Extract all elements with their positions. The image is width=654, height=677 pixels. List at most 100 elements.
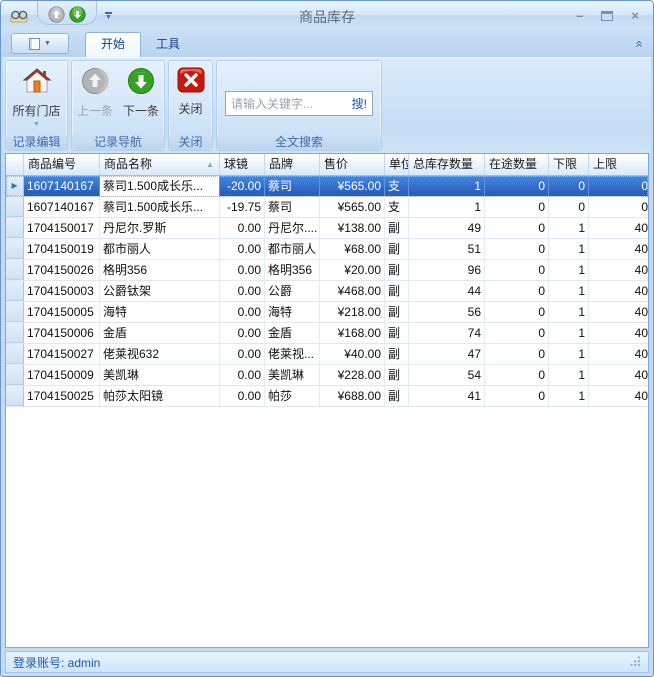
table-cell[interactable]: 54 [409,365,485,385]
table-cell[interactable]: 支 [385,176,409,196]
table-cell[interactable]: ¥688.00 [320,386,385,406]
table-cell[interactable]: 支 [385,197,409,217]
table-cell[interactable]: 美凯琳 [265,365,320,385]
table-cell[interactable]: ¥68.00 [320,239,385,259]
table-cell[interactable]: 0 [549,176,589,196]
table-cell[interactable]: 0.00 [220,239,265,259]
table-cell[interactable]: 0 [485,197,549,217]
table-cell[interactable]: 1704150027 [24,344,100,364]
app-menu-button[interactable]: ▼ [11,33,69,54]
table-cell[interactable]: 金盾 [265,323,320,343]
table-cell[interactable]: 0 [549,197,589,217]
column-header-5[interactable]: 售价 [320,154,385,175]
resize-grip[interactable] [629,655,641,670]
table-cell[interactable]: 1704150025 [24,386,100,406]
table-cell[interactable]: 丹尼尔.... [265,218,320,238]
table-cell[interactable]: 74 [409,323,485,343]
search-go-button[interactable]: 搜! [352,95,367,112]
column-header-3[interactable]: 球镜 [220,154,265,175]
column-header-6[interactable]: 单位 [385,154,409,175]
table-cell[interactable]: 1 [549,239,589,259]
table-cell[interactable]: 0 [485,260,549,280]
tab-tools[interactable]: 工具 [141,33,195,57]
table-cell[interactable]: 47 [409,344,485,364]
table-cell[interactable]: 1 [549,260,589,280]
table-cell[interactable]: ¥20.00 [320,260,385,280]
row-indicator-cell[interactable] [6,365,24,385]
table-cell[interactable]: 0.00 [220,344,265,364]
table-cell[interactable]: 0.00 [220,365,265,385]
table-cell[interactable]: 1 [409,176,485,196]
next-record-button[interactable]: 下一条 [118,63,164,119]
table-cell[interactable]: 44 [409,281,485,301]
table-cell[interactable]: 副 [385,239,409,259]
table-cell[interactable]: 40 [589,386,649,406]
column-header-10[interactable]: 上限 [589,154,649,175]
table-cell[interactable]: 0.00 [220,302,265,322]
table-cell[interactable]: 蔡司 [265,197,320,217]
table-cell[interactable]: -20.00 [220,176,265,196]
table-cell[interactable]: 公爵 [265,281,320,301]
row-indicator-cell[interactable] [6,344,24,364]
table-cell[interactable]: 海特 [100,302,220,322]
table-cell[interactable]: 0 [485,344,549,364]
table-cell[interactable]: ¥40.00 [320,344,385,364]
table-cell[interactable]: 40 [589,218,649,238]
table-cell[interactable]: 副 [385,344,409,364]
table-cell[interactable]: 格明356 [100,260,220,280]
table-cell[interactable]: 1 [549,365,589,385]
table-cell[interactable]: 格明356 [265,260,320,280]
table-cell[interactable]: ¥228.00 [320,365,385,385]
current-row-arrow-icon[interactable]: ▸ [6,176,24,196]
table-cell[interactable]: 1 [549,302,589,322]
table-cell[interactable]: 都市丽人 [265,239,320,259]
table-cell[interactable]: 副 [385,323,409,343]
table-cell[interactable]: ¥218.00 [320,302,385,322]
column-header-4[interactable]: 品牌 [265,154,320,175]
table-cell[interactable]: 佬莱视... [265,344,320,364]
table-cell[interactable]: 1 [549,323,589,343]
table-cell[interactable]: 49 [409,218,485,238]
table-cell[interactable]: ¥468.00 [320,281,385,301]
table-cell[interactable]: 副 [385,365,409,385]
table-cell[interactable]: 51 [409,239,485,259]
row-indicator-cell[interactable] [6,302,24,322]
table-cell[interactable]: 1 [549,386,589,406]
row-indicator-cell[interactable] [6,386,24,406]
all-stores-button[interactable]: 所有门店 ▼ [11,63,63,128]
column-header-8[interactable]: 在途数量 [485,154,549,175]
table-cell[interactable]: 都市丽人 [100,239,220,259]
tab-start[interactable]: 开始 [85,32,141,57]
table-cell[interactable]: 0 [485,239,549,259]
table-cell[interactable]: 0.00 [220,218,265,238]
ribbon-collapse-icon[interactable]: » [633,40,643,47]
table-cell[interactable]: 1704150009 [24,365,100,385]
table-cell[interactable]: 0 [589,197,649,217]
table-cell[interactable]: 40 [589,323,649,343]
column-header-1[interactable]: 商品编号 [24,154,100,175]
table-cell[interactable]: 美凯琳 [100,365,220,385]
table-cell[interactable]: 0.00 [220,386,265,406]
table-cell[interactable]: 1704150006 [24,323,100,343]
row-indicator-cell[interactable] [6,197,24,217]
table-cell[interactable]: ¥565.00 [320,176,385,196]
table-cell[interactable]: 40 [589,344,649,364]
table-cell[interactable]: 副 [385,281,409,301]
row-indicator-cell[interactable] [6,281,24,301]
minimize-button[interactable]: – [576,9,583,22]
table-cell[interactable]: 1704150026 [24,260,100,280]
table-cell[interactable]: 0 [589,176,649,196]
table-cell[interactable]: 1607140167 [24,176,100,196]
table-cell[interactable]: 1704150003 [24,281,100,301]
previous-record-button[interactable]: 上一条 [72,63,118,119]
search-input[interactable] [231,97,348,111]
row-indicator-cell[interactable] [6,323,24,343]
table-cell[interactable]: 1 [549,218,589,238]
table-cell[interactable]: ¥138.00 [320,218,385,238]
table-cell[interactable]: 1704150005 [24,302,100,322]
table-cell[interactable]: 0.00 [220,281,265,301]
table-cell[interactable]: 96 [409,260,485,280]
table-cell[interactable]: 0 [485,302,549,322]
row-indicator-cell[interactable] [6,218,24,238]
close-window-button[interactable]: × [631,9,639,22]
